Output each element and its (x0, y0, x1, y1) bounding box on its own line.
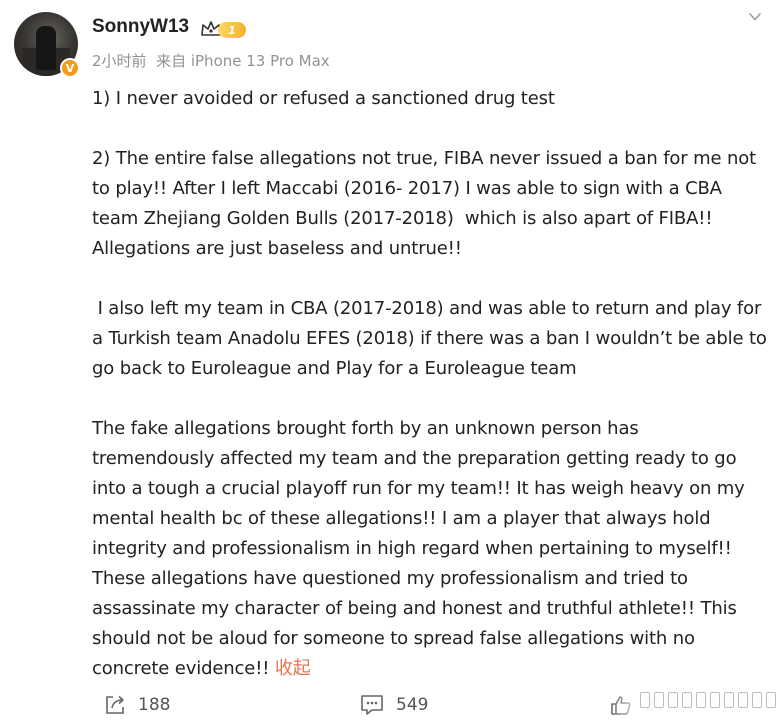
post-line: I also left my team in CBA (2017-2018) a… (92, 298, 762, 319)
post-line-text: concrete evidence!! (92, 658, 275, 679)
indicator-block (640, 692, 650, 708)
indicator-block (752, 692, 762, 708)
post-body: 1) I never avoided or refused a sanction… (92, 84, 774, 684)
post-line: to play!! After I left Maccabi (2016- 20… (92, 178, 722, 199)
indicator-block (738, 692, 748, 708)
verified-badge-icon: V (60, 58, 80, 78)
indicator-block (710, 692, 720, 708)
avatar-photo-figure (36, 26, 56, 70)
comment-count: 549 (396, 695, 429, 715)
post-line: These allegations have questioned my pro… (92, 568, 688, 589)
collapse-link[interactable]: 收起 (275, 658, 311, 679)
post-line (92, 114, 774, 144)
level-badge: 1 (218, 22, 246, 38)
username[interactable]: SonnyW13 (92, 16, 189, 38)
post-line: 1) I never avoided or refused a sanction… (92, 88, 555, 109)
share-icon (106, 695, 124, 714)
comment-button[interactable]: 549 (360, 694, 428, 716)
post-line: integrity and professionalism in high re… (92, 538, 732, 559)
post-line: a Turkish team Anadolu EFES (2018) if th… (92, 328, 767, 349)
indicator-block (682, 692, 692, 708)
post-line: mental health bc of these allegations!! … (92, 508, 711, 529)
indicator-block (766, 692, 776, 708)
indicator-block (724, 692, 734, 708)
post-last-line: concrete evidence!! 收起 (92, 654, 774, 684)
post-line: The fake allegations brought forth by an… (92, 418, 639, 439)
loading-indicator (640, 692, 780, 708)
post-line: go back to Euroleague and Play for a Eur… (92, 358, 577, 379)
indicator-block (654, 692, 664, 708)
post-line: into a tough a crucial playoff run for m… (92, 478, 745, 499)
post-line: 2) The entire false allegations not true… (92, 148, 756, 169)
indicator-block (696, 692, 706, 708)
post-line (92, 264, 774, 294)
share-count: 188 (138, 695, 171, 715)
share-button[interactable]: 188 (104, 694, 170, 716)
post-line: team Zhejiang Golden Bulls (2017-2018) w… (92, 208, 713, 229)
comment-icon (361, 695, 383, 715)
post-line: tremendously affected my team and the pr… (92, 448, 737, 469)
post-line: Allegations are just baseless and untrue… (92, 238, 462, 259)
post-line (92, 384, 774, 414)
chevron-down-icon[interactable] (748, 10, 762, 24)
post-line: assassinate my character of being and ho… (92, 598, 737, 619)
indicator-block (668, 692, 678, 708)
post-meta: 2小时前 来自 iPhone 13 Pro Max (92, 52, 330, 70)
post-line: should not be aloud for someone to sprea… (92, 628, 695, 649)
